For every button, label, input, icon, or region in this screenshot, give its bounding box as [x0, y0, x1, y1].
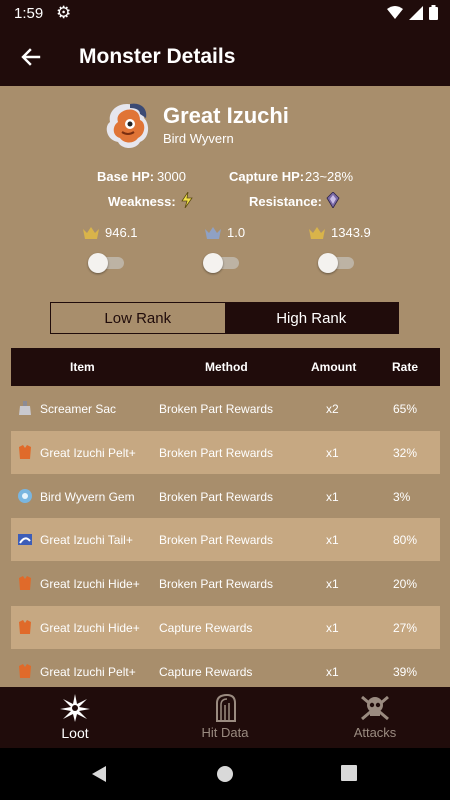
- loot-icon: [60, 694, 90, 722]
- mini-crown-size: 946.1: [83, 225, 138, 240]
- table-row[interactable]: Bird Wyvern Gem Broken Part Rewards x1 3…: [11, 475, 440, 518]
- loot-table-header: Item Method Amount Rate: [11, 348, 440, 386]
- hide-icon: [19, 620, 31, 634]
- crown-value: 946.1: [105, 225, 138, 240]
- monster-type: Bird Wyvern: [163, 131, 234, 146]
- monster-name: Great Izuchi: [163, 103, 289, 128]
- gem-icon: [18, 489, 32, 503]
- nav-hit-data[interactable]: Hit Data: [150, 687, 300, 748]
- mini-crown-toggle[interactable]: [88, 253, 124, 273]
- crown-value: 1.0: [227, 225, 246, 240]
- hit-data-icon: [216, 693, 236, 722]
- hide-icon: [19, 576, 31, 590]
- status-time: 1:59: [14, 5, 44, 22]
- high-rank-tab[interactable]: High Rank: [224, 303, 398, 333]
- nav-label: Loot: [61, 725, 89, 741]
- thunder-icon: [181, 192, 193, 208]
- bottom-navigation: Loot Hit Data Attacks: [0, 687, 450, 748]
- skull-crossbones-icon: [361, 695, 389, 721]
- page-title: Monster Details: [79, 45, 236, 68]
- monster-icon: [106, 103, 149, 148]
- table-row[interactable]: Great Izuchi Tail+ Broken Part Rewards x…: [11, 518, 440, 561]
- system-navigation-bar: [0, 748, 450, 800]
- signal-icon: [409, 5, 423, 20]
- table-row[interactable]: Great Izuchi Hide+ Broken Part Rewards x…: [11, 562, 440, 605]
- weakness-label: Weakness:: [108, 194, 176, 209]
- resistance-label: Resistance:: [249, 194, 322, 209]
- status-icons: [387, 5, 438, 20]
- battery-icon: [429, 5, 438, 20]
- nav-loot[interactable]: Loot: [0, 687, 150, 748]
- gold-crown-toggle[interactable]: [318, 253, 354, 273]
- low-rank-tab[interactable]: Low Rank: [51, 303, 225, 333]
- system-back-icon[interactable]: [90, 765, 108, 783]
- base-hp-label: Base HP:: [97, 169, 155, 184]
- dragon-element-icon: [326, 192, 340, 208]
- status-bar: 1:59 ⚙: [0, 0, 450, 28]
- tail-icon: [18, 534, 32, 545]
- gold-crown-icon: [309, 226, 325, 239]
- nav-label: Hit Data: [201, 725, 249, 740]
- column-header-method: Method: [205, 360, 248, 374]
- capture-hp-value: 23~28%: [305, 169, 354, 184]
- rank-switch: Low Rank High Rank: [50, 302, 399, 334]
- system-recents-icon[interactable]: [341, 765, 357, 781]
- nav-label: Attacks: [353, 725, 397, 740]
- column-header-rate: Rate: [392, 360, 419, 374]
- sac-icon: [19, 401, 31, 415]
- table-row[interactable]: Great Izuchi Pelt+ Broken Part Rewards x…: [11, 431, 440, 474]
- pelt-icon: [19, 445, 31, 459]
- silver-crown-toggle[interactable]: [203, 253, 239, 273]
- back-button[interactable]: [16, 42, 46, 72]
- gold-crown-size: 1343.9: [309, 225, 371, 240]
- column-header-item: Item: [70, 360, 95, 374]
- arrow-back-icon: [21, 48, 41, 66]
- nav-attacks[interactable]: Attacks: [300, 687, 450, 748]
- gold-crown-icon: [83, 226, 99, 239]
- system-home-icon[interactable]: [216, 765, 234, 783]
- crown-value: 1343.9: [331, 225, 371, 240]
- settings-gear-icon: ⚙: [56, 3, 72, 22]
- wifi-icon: [387, 5, 403, 19]
- base-hp-value: 3000: [157, 169, 186, 184]
- table-row[interactable]: Great Izuchi Hide+ Capture Rewards x1 27…: [11, 606, 440, 649]
- app-bar: Monster Details: [0, 28, 450, 86]
- silver-crown-icon: [205, 226, 221, 239]
- column-header-amount: Amount: [311, 360, 357, 374]
- table-row[interactable]: Screamer Sac Broken Part Rewards x2 65%: [11, 387, 440, 430]
- silver-crown-size: 1.0: [205, 225, 245, 240]
- capture-hp-label: Capture HP:: [229, 169, 305, 184]
- pelt-icon: [19, 664, 31, 678]
